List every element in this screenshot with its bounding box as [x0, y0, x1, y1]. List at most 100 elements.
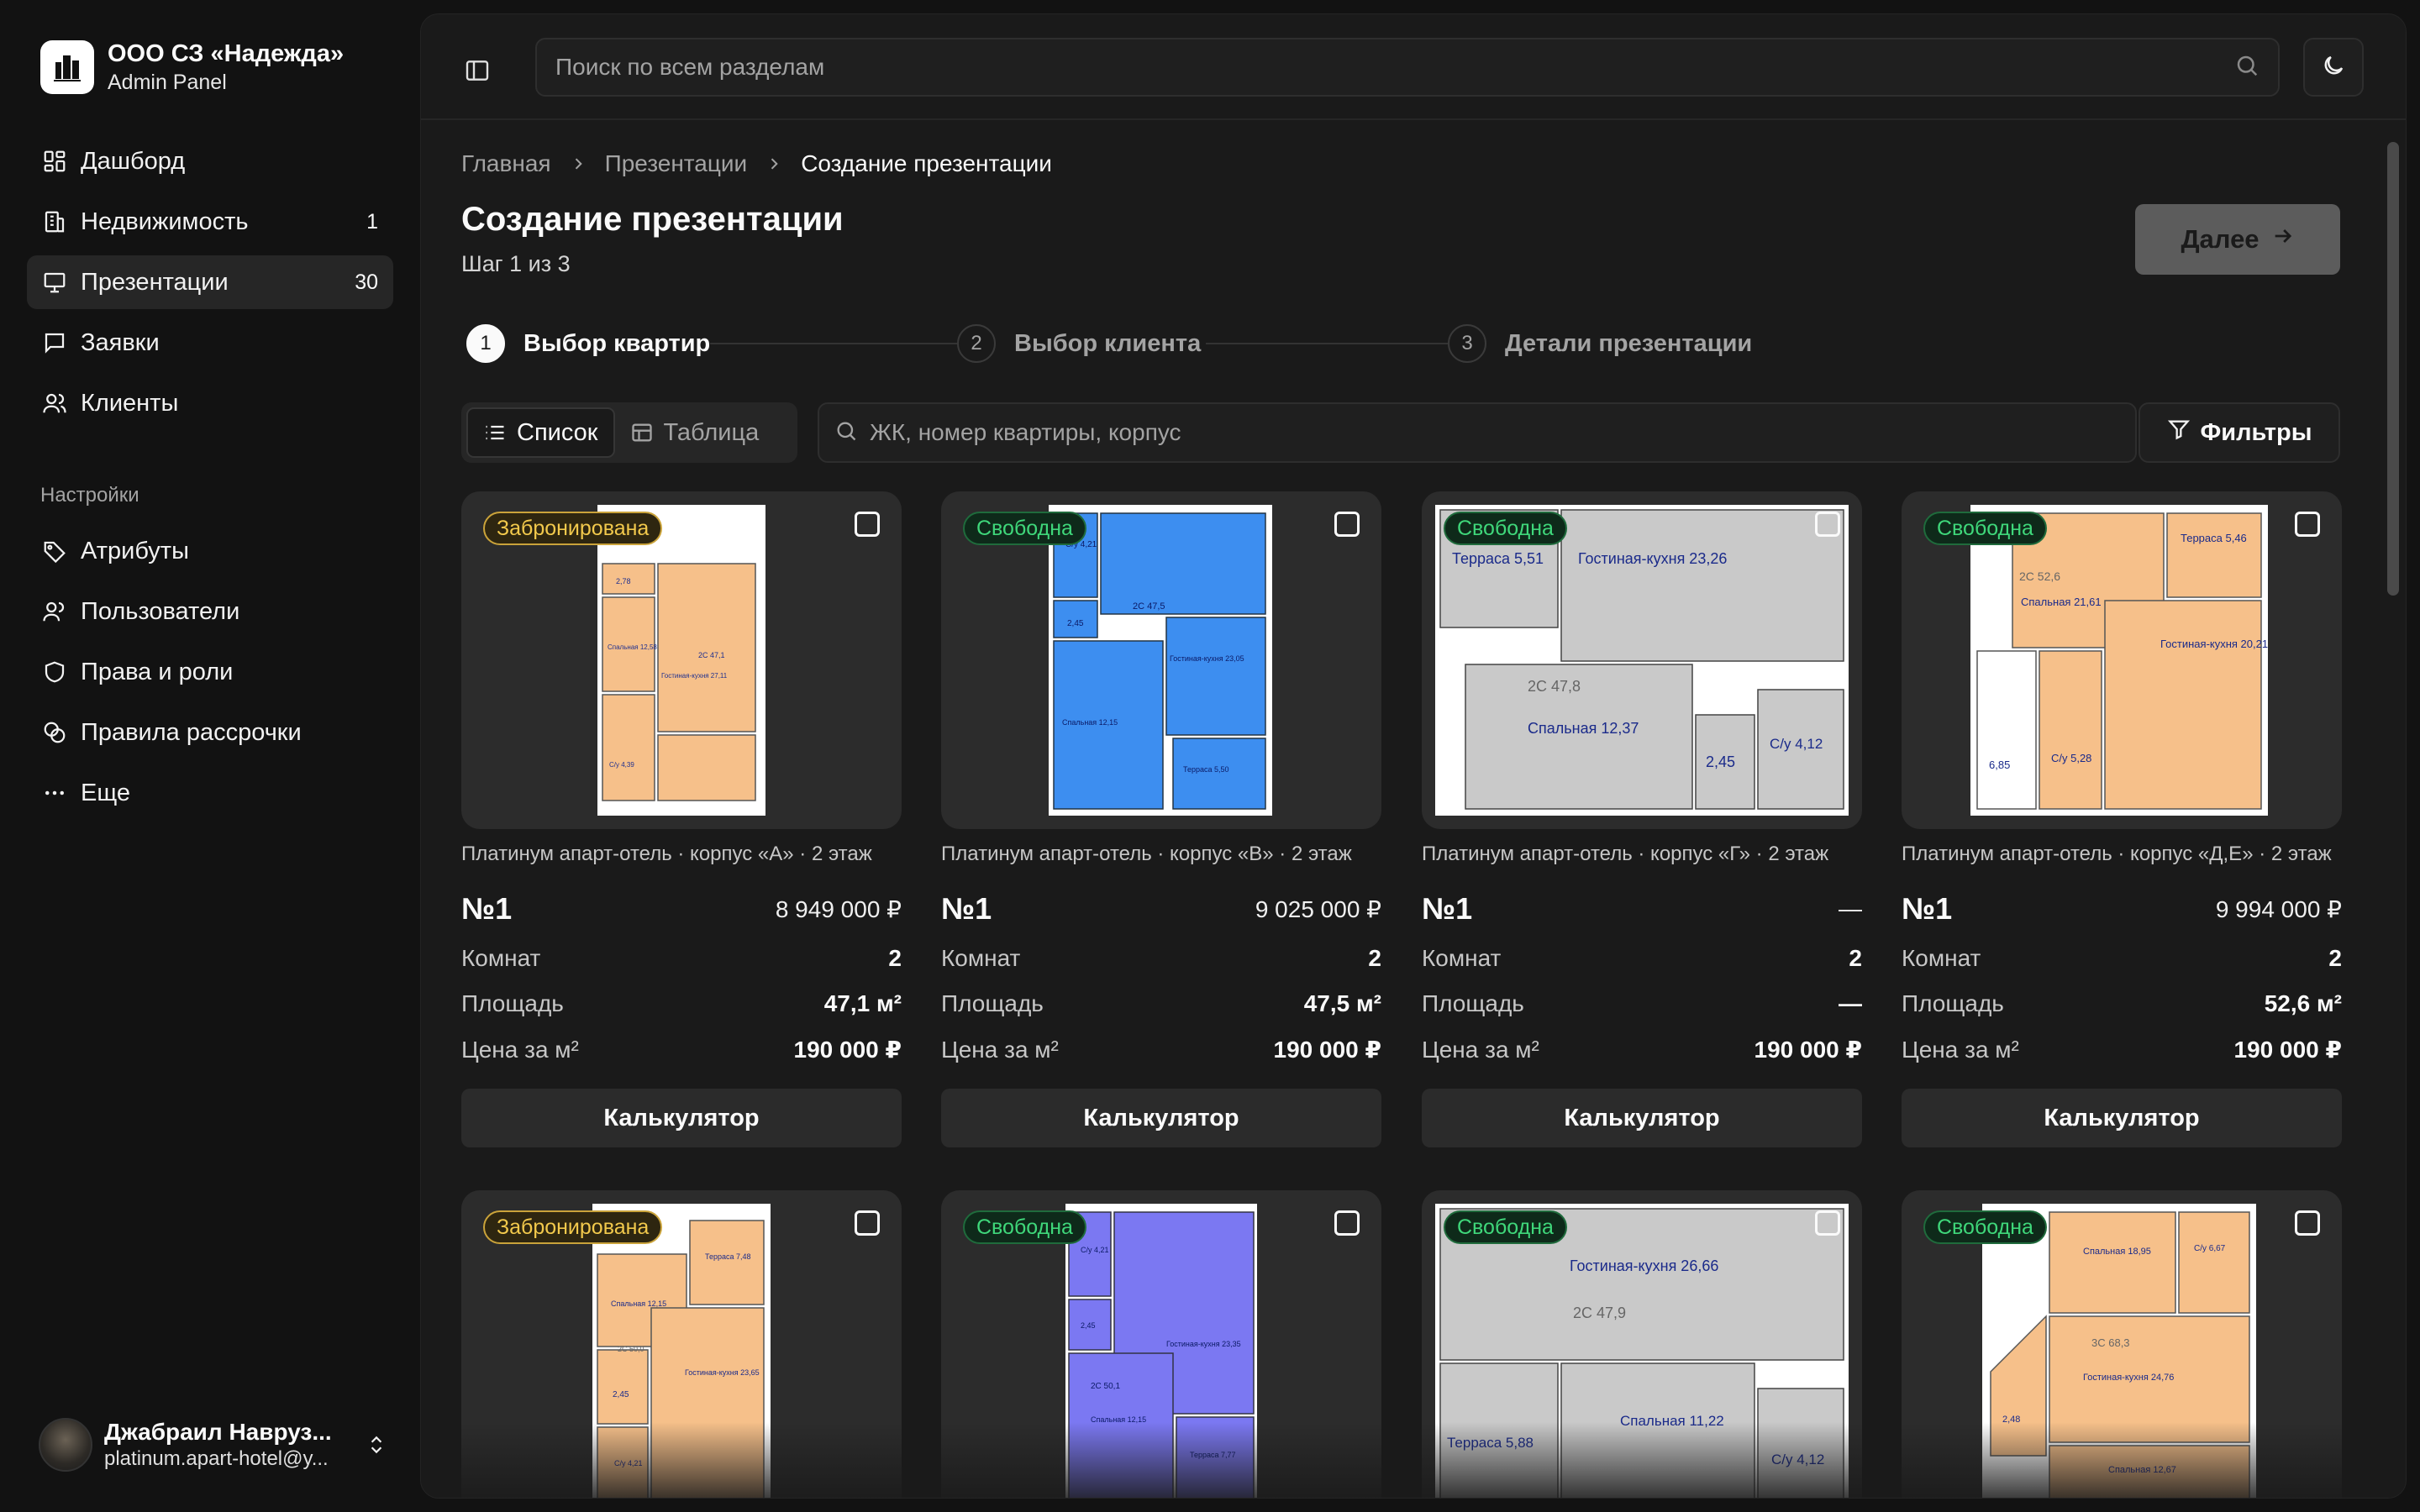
- plan-label: 2,48: [2002, 1415, 2020, 1425]
- step-1[interactable]: 1 Выбор квартир: [466, 323, 710, 364]
- chevron-right-icon: [570, 155, 587, 172]
- apartment-search-input[interactable]: [870, 419, 2120, 446]
- calculator-button[interactable]: Калькулятор: [1902, 1089, 2342, 1147]
- rooms-value: 2: [888, 945, 902, 971]
- calculator-button[interactable]: Калькулятор: [1422, 1089, 1862, 1147]
- breadcrumb-home[interactable]: Главная: [461, 150, 551, 177]
- price-m2-label: Цена за м²: [1902, 1036, 2019, 1063]
- brand[interactable]: ООО СЗ «Надежда» Admin Panel: [40, 39, 344, 96]
- rooms-label: Комнат: [941, 945, 1021, 971]
- plan-label: Спальная 12,15: [611, 1299, 666, 1308]
- price-m2-value: 190 000 ₽: [793, 1037, 902, 1063]
- floor-plan-image[interactable]: С/у 4,21 2,45 Гостиная-кухня 23,35 2С 50…: [941, 1190, 1381, 1498]
- apartment-number: №1: [1902, 891, 1953, 926]
- sidebar-item-users[interactable]: Пользователи: [27, 585, 393, 638]
- sidebar-item-presentations[interactable]: Презентации 30: [27, 255, 393, 309]
- settings-section-label: Настройки: [40, 484, 139, 507]
- calculator-button[interactable]: Калькулятор: [941, 1089, 1381, 1147]
- status-badge: Забронирована: [483, 1210, 663, 1244]
- plan-label: Терраса 7,77: [1190, 1451, 1236, 1459]
- calculator-button[interactable]: Калькулятор: [461, 1089, 902, 1147]
- sidebar-item-installment-rules[interactable]: Правила рассрочки: [27, 706, 393, 759]
- plan-label: Терраса 5,50: [1183, 765, 1229, 774]
- sidebar-item-label: Пользователи: [81, 597, 240, 625]
- apartment-number: №1: [1422, 891, 1473, 926]
- sidebar-item-more[interactable]: Еще: [27, 766, 393, 820]
- floor-plan-image[interactable]: Спальная 18,95 С/у 6,67 3С 68,3 Гостиная…: [1902, 1190, 2342, 1498]
- plan-label: Терраса 5,51: [1452, 550, 1544, 567]
- sidebar-item-attributes[interactable]: Атрибуты: [27, 524, 393, 578]
- step-3[interactable]: 3 Детали презентации: [1448, 323, 1758, 364]
- plan-label: 2С 50,1: [1091, 1382, 1120, 1391]
- area-label: Площадь: [941, 990, 1044, 1016]
- floor-plan-image[interactable]: Терраса 5,51 Гостиная-кухня 23,26 2С 47,…: [1422, 491, 1862, 829]
- apartment-card: Терраса 7,48 Спальная 12,15 2С 50,0 Гост…: [461, 1190, 902, 1498]
- floor-plan: Гостиная-кухня 26,66 2С 47,9 Терраса 5,8…: [1435, 1204, 1849, 1498]
- price-m2-value: 190 000 ₽: [1273, 1037, 1381, 1063]
- select-checkbox[interactable]: [2295, 1210, 2320, 1236]
- sidebar-item-realty[interactable]: Недвижимость 1: [27, 195, 393, 249]
- apartment-card: Спальная 18,95 С/у 6,67 3С 68,3 Гостиная…: [1902, 1190, 2342, 1498]
- floor-plan-image[interactable]: 2С 52,6 Терраса 5,46 Спальная 21,61 Гост…: [1902, 491, 2342, 829]
- sidebar-item-clients[interactable]: Клиенты: [27, 376, 393, 430]
- scrollbar[interactable]: [2384, 122, 2402, 1496]
- sidebar-toggle-icon[interactable]: [458, 51, 497, 90]
- floor-plan-image[interactable]: Терраса 7,48 Спальная 12,15 2С 50,0 Гост…: [461, 1190, 902, 1498]
- apartment-price: —: [1839, 895, 1862, 921]
- price-m2-label: Цена за м²: [941, 1036, 1059, 1063]
- view-table-button[interactable]: Таблица: [615, 407, 775, 458]
- plan-label: Спальная 12,15: [1091, 1415, 1146, 1424]
- coins-icon: [40, 718, 69, 747]
- plan-label: Терраса 7,48: [705, 1252, 751, 1261]
- area-label: Площадь: [1902, 990, 2004, 1016]
- main-nav: Дашборд Недвижимость 1 Презентации 30 За…: [27, 134, 393, 437]
- next-button[interactable]: Далее: [2135, 204, 2340, 275]
- step-number: 3: [1448, 324, 1486, 363]
- global-search-input[interactable]: [555, 54, 2234, 81]
- user-name: Джабраил Навруз...: [104, 1419, 332, 1445]
- step-number: 1: [466, 324, 505, 363]
- floor-plan-image[interactable]: 2,78 Спальная 12,58 2С 47,1 Гостиная-кух…: [461, 491, 902, 829]
- floor-plan-image[interactable]: С/у 4,21 2,45 2С 47,5 Гостиная-кухня 23,…: [941, 491, 1381, 829]
- select-checkbox[interactable]: [1334, 512, 1360, 537]
- theme-toggle-button[interactable]: [2303, 38, 2364, 97]
- area-value: 47,5 м²: [1303, 990, 1381, 1016]
- plan-label: Спальная 12,15: [1062, 718, 1118, 727]
- apartment-card: С/у 4,21 2,45 2С 47,5 Гостиная-кухня 23,…: [941, 491, 1381, 1147]
- floor-plan: Терраса 5,51 Гостиная-кухня 23,26 2С 47,…: [1435, 505, 1849, 816]
- plan-label: Спальная 12,37: [1528, 720, 1639, 737]
- brand-name: ООО СЗ «Надежда»: [108, 40, 345, 67]
- sidebar-item-dashboard[interactable]: Дашборд: [27, 134, 393, 188]
- scroll-thumb[interactable]: [2387, 142, 2399, 596]
- sidebar-item-requests[interactable]: Заявки: [27, 316, 393, 370]
- chevrons-up-down-icon[interactable]: [361, 1430, 392, 1460]
- select-checkbox[interactable]: [2295, 512, 2320, 537]
- user-menu[interactable]: Джабраил Навруз... platinum.apart-hotel@…: [39, 1416, 392, 1473]
- apartment-search[interactable]: [818, 402, 2137, 463]
- select-checkbox[interactable]: [855, 512, 880, 537]
- step-label: Выбор квартир: [523, 329, 711, 357]
- filter-icon: [2167, 417, 2191, 448]
- area-label: Площадь: [1422, 990, 1524, 1016]
- select-checkbox[interactable]: [1815, 1210, 1840, 1236]
- area-value: 47,1 м²: [823, 990, 902, 1016]
- select-checkbox[interactable]: [855, 1210, 880, 1236]
- plan-label: Терраса 5,88: [1447, 1435, 1534, 1451]
- plan-label: С/у 5,28: [2051, 752, 2091, 764]
- select-checkbox[interactable]: [1334, 1210, 1360, 1236]
- plan-label: 2,45: [613, 1390, 629, 1399]
- sidebar-item-roles[interactable]: Права и роли: [27, 645, 393, 699]
- rooms-label: Комнат: [1422, 945, 1502, 971]
- floor-plan-image[interactable]: Гостиная-кухня 26,66 2С 47,9 Терраса 5,8…: [1422, 1190, 1862, 1498]
- global-search[interactable]: [535, 38, 2280, 97]
- step-2[interactable]: 2 Выбор клиента: [957, 323, 1207, 364]
- select-checkbox[interactable]: [1815, 512, 1840, 537]
- view-list-button[interactable]: Список: [466, 407, 615, 458]
- nav-count: 30: [355, 270, 378, 294]
- filters-button[interactable]: Фильтры: [2139, 402, 2340, 463]
- breadcrumb-presentations[interactable]: Презентации: [605, 150, 748, 177]
- status-badge: Свободна: [963, 512, 1086, 545]
- step-label: Выбор клиента: [1014, 329, 1202, 357]
- user-icon: [40, 597, 69, 626]
- plan-label: Гостиная-кухня 24,76: [2083, 1373, 2174, 1383]
